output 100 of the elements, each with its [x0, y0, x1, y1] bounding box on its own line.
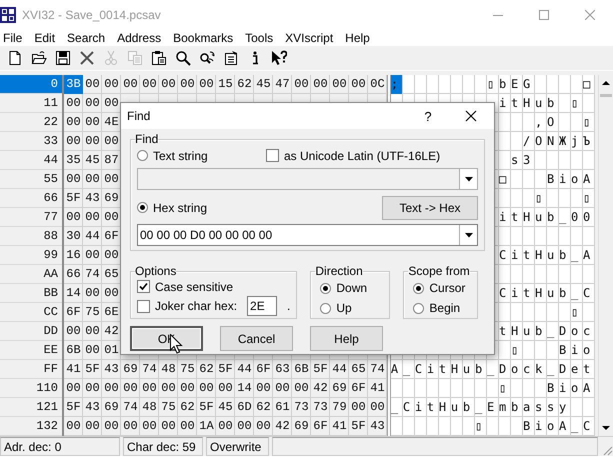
- hex-cell[interactable]: 00: [83, 208, 102, 227]
- hex-cell[interactable]: 62: [235, 75, 254, 94]
- hex-cell[interactable]: 00: [140, 75, 159, 94]
- new-file-icon[interactable]: [7, 50, 23, 66]
- hex-cell[interactable]: 69: [121, 360, 140, 379]
- hex-cell[interactable]: 00: [140, 417, 159, 436]
- hex-cell[interactable]: 00: [102, 94, 121, 113]
- joker-checkbox[interactable]: Joker char hex:: [137, 299, 238, 313]
- hex-cell[interactable]: 43: [83, 189, 102, 208]
- hex-cell[interactable]: 4E: [102, 113, 121, 132]
- hex-cell[interactable]: 5F: [83, 360, 102, 379]
- hex-cell[interactable]: 00: [197, 379, 216, 398]
- hex-cell[interactable]: 73: [292, 398, 311, 417]
- hex-cell[interactable]: 6F: [311, 417, 330, 436]
- option-radio[interactable]: Begin: [413, 301, 460, 315]
- hex-cell[interactable]: 69: [330, 379, 349, 398]
- hex-cell[interactable]: 69: [102, 189, 121, 208]
- hex-cell[interactable]: 45: [254, 75, 273, 94]
- save-icon[interactable]: [55, 50, 71, 66]
- menu-item[interactable]: Search: [64, 30, 112, 46]
- hex-cell[interactable]: 69: [292, 417, 311, 436]
- hex-cell[interactable]: 00: [216, 379, 235, 398]
- hex-cell[interactable]: 00: [178, 75, 197, 94]
- hex-cell[interactable]: 00: [349, 398, 368, 417]
- option-radio[interactable]: Cursor: [413, 281, 466, 295]
- hex-cell[interactable]: 6B: [64, 341, 83, 360]
- address-cell[interactable]: 0: [0, 75, 62, 94]
- hex-cell[interactable]: 73: [311, 398, 330, 417]
- hex-cell[interactable]: 6F: [254, 360, 273, 379]
- resize-grip-icon[interactable]: [601, 444, 613, 456]
- hex-cell[interactable]: 00: [235, 417, 254, 436]
- hex-cell[interactable]: 00: [102, 208, 121, 227]
- hex-cell[interactable]: 00: [102, 379, 121, 398]
- hex-cell[interactable]: 5F: [197, 398, 216, 417]
- hex-cell[interactable]: 00: [197, 75, 216, 94]
- hex-cell[interactable]: 00: [83, 94, 102, 113]
- hex-cell[interactable]: 45: [216, 398, 235, 417]
- hex-cell[interactable]: 75: [83, 303, 102, 322]
- hex-cell[interactable]: 47: [273, 75, 292, 94]
- hex-cell[interactable]: 00: [83, 284, 102, 303]
- hex-cell[interactable]: 65: [349, 360, 368, 379]
- hex-cell[interactable]: 00: [254, 379, 273, 398]
- case-sensitive-checkbox[interactable]: Case sensitive: [137, 280, 234, 294]
- scrollbar[interactable]: [598, 75, 613, 436]
- replace-icon[interactable]: [199, 50, 215, 66]
- hex-cell[interactable]: 14: [64, 284, 83, 303]
- hex-cell[interactable]: 1A: [197, 417, 216, 436]
- text-string-radio[interactable]: Text string: [137, 148, 208, 162]
- menu-item[interactable]: Edit: [31, 30, 62, 46]
- search-icon[interactable]: [175, 50, 191, 66]
- help-button[interactable]: ?: [408, 108, 448, 124]
- hex-cell[interactable]: 00: [64, 379, 83, 398]
- hex-cell[interactable]: 30: [64, 227, 83, 246]
- hex-cell[interactable]: 62: [178, 398, 197, 417]
- hex-cell[interactable]: 00: [83, 379, 102, 398]
- hex-cell[interactable]: 00: [216, 417, 235, 436]
- hex-string-radio[interactable]: Hex string: [137, 200, 208, 214]
- hex-cell[interactable]: 00: [159, 75, 178, 94]
- hex-cell[interactable]: 61: [273, 398, 292, 417]
- menu-item[interactable]: Tools: [242, 30, 280, 46]
- menu-item[interactable]: File: [0, 30, 28, 46]
- hex-cell[interactable]: 00: [83, 113, 102, 132]
- hex-cell[interactable]: 63: [273, 360, 292, 379]
- hex-cell[interactable]: 00: [83, 417, 102, 436]
- hex-cell[interactable]: 00: [159, 417, 178, 436]
- menu-item[interactable]: Address: [114, 30, 168, 46]
- hex-cell[interactable]: 45: [83, 151, 102, 170]
- properties-icon[interactable]: [223, 50, 239, 66]
- hex-cell[interactable]: 44: [235, 360, 254, 379]
- hex-cell[interactable]: 00: [349, 75, 368, 94]
- hex-cell[interactable]: 69: [102, 398, 121, 417]
- hex-cell[interactable]: 00: [83, 75, 102, 94]
- hex-cell[interactable]: 74: [121, 398, 140, 417]
- hex-cell[interactable]: 16: [64, 246, 83, 265]
- hex-cell[interactable]: 5F: [349, 417, 368, 436]
- hex-cell[interactable]: 15: [216, 75, 235, 94]
- paste-icon[interactable]: [151, 50, 167, 66]
- hex-cell[interactable]: 79: [330, 398, 349, 417]
- hex-cell[interactable]: 00: [368, 398, 387, 417]
- delete-icon[interactable]: [79, 50, 95, 66]
- hex-cell[interactable]: 00: [121, 417, 140, 436]
- hex-cell[interactable]: 42: [273, 417, 292, 436]
- hex-cell[interactable]: 00: [121, 75, 140, 94]
- hex-cell[interactable]: 00: [121, 379, 140, 398]
- hex-cell[interactable]: 00: [64, 417, 83, 436]
- hex-cell[interactable]: 6B: [292, 360, 311, 379]
- hex-cell[interactable]: 00: [140, 379, 159, 398]
- hex-cell[interactable]: 00: [83, 132, 102, 151]
- hex-cell[interactable]: 48: [140, 398, 159, 417]
- hex-cell[interactable]: 00: [311, 75, 330, 94]
- hex-cell[interactable]: 0C: [368, 75, 387, 94]
- hex-cell[interactable]: 00: [102, 284, 121, 303]
- hex-cell[interactable]: 00: [64, 132, 83, 151]
- hex-cell[interactable]: 00: [330, 75, 349, 94]
- hex-cell[interactable]: 14: [235, 379, 254, 398]
- hex-cell[interactable]: 66: [64, 265, 83, 284]
- hex-cell[interactable]: 41: [330, 417, 349, 436]
- menu-item[interactable]: Help: [342, 30, 376, 46]
- hex-cell[interactable]: 00: [64, 94, 83, 113]
- hex-cell[interactable]: 5F: [311, 360, 330, 379]
